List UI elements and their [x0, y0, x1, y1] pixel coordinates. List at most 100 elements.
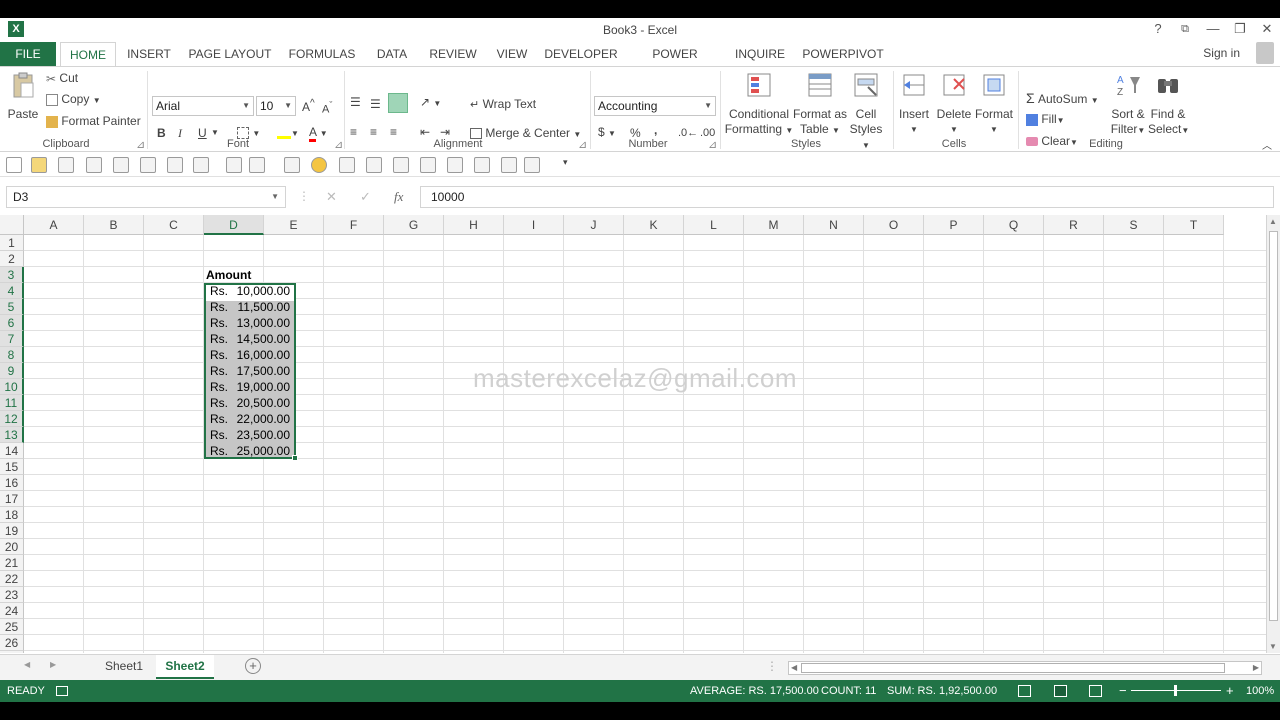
format-as-table-button[interactable]: Format as Table ▼ [792, 71, 848, 138]
qat-object-icon[interactable] [86, 157, 102, 173]
column-header-j[interactable]: J [564, 215, 624, 235]
tab-insert[interactable]: INSERT [124, 42, 174, 66]
grow-font-button[interactable]: A^ [302, 98, 315, 114]
column-header-t[interactable]: T [1164, 215, 1224, 235]
qat-gallery-icon[interactable] [193, 157, 209, 173]
qat-rows-icon[interactable] [501, 157, 517, 173]
user-avatar[interactable] [1256, 42, 1274, 64]
accounting-format-icon[interactable]: $ ▼ [598, 125, 616, 139]
next-sheet-icon[interactable]: ▶ [50, 660, 56, 669]
row-header-23[interactable]: 23 [0, 587, 24, 603]
column-header-d[interactable]: D [204, 215, 264, 235]
scroll-down-icon[interactable]: ▼ [1269, 642, 1277, 651]
column-header-k[interactable]: K [624, 215, 684, 235]
tab-developer[interactable]: DEVELOPER [544, 42, 618, 66]
qat-shape-icon[interactable] [311, 157, 327, 173]
row-header-10[interactable]: 10 [0, 379, 24, 395]
row-header-24[interactable]: 24 [0, 603, 24, 619]
amount-cell[interactable]: Rs. 19,000.00 [206, 379, 292, 395]
close-button[interactable]: ✕ [1256, 20, 1278, 38]
column-header-a[interactable]: A [24, 215, 84, 235]
number-format-combo[interactable]: Accounting ▼ [594, 96, 716, 116]
delete-cells-button[interactable]: Delete ▼ [934, 71, 974, 137]
row-header-22[interactable]: 22 [0, 571, 24, 587]
qat-page-icon[interactable] [366, 157, 382, 173]
scroll-right-icon[interactable]: ▶ [1253, 663, 1259, 672]
font-color-button[interactable]: A ▼ [309, 125, 328, 142]
zoom-out-button[interactable]: − [1119, 680, 1127, 702]
row-header-18[interactable]: 18 [0, 507, 24, 523]
qat-search-icon[interactable] [284, 157, 300, 173]
cell-d2[interactable]: Amount [206, 267, 251, 283]
amount-cell[interactable]: Rs. 11,500.00 [206, 299, 292, 315]
wrap-text-button[interactable]: ↵ Wrap Text [470, 97, 536, 111]
font-launcher-icon[interactable]: ⊿ [334, 138, 343, 151]
orientation-icon[interactable]: ↗ ▼ [420, 95, 441, 109]
maximize-button[interactable]: ❐ [1229, 20, 1251, 38]
tab-power-query[interactable]: POWER QUERY [630, 42, 720, 85]
amount-cell[interactable]: Rs. 17,500.00 [206, 363, 292, 379]
row-header-7[interactable]: 7 [0, 331, 24, 347]
column-header-i[interactable]: I [504, 215, 564, 235]
copy-button[interactable]: Copy ▼ [46, 92, 101, 106]
insert-function-icon[interactable]: fx [394, 189, 403, 205]
comma-style-button[interactable]: , [654, 123, 657, 137]
row-header-17[interactable]: 17 [0, 491, 24, 507]
help-icon[interactable]: ? [1147, 20, 1169, 38]
qat-highlight-icon[interactable] [31, 157, 47, 173]
number-launcher-icon[interactable]: ⊿ [708, 138, 717, 151]
increase-indent-icon[interactable]: ⇥ [440, 125, 450, 139]
column-header-f[interactable]: F [324, 215, 384, 235]
amount-cell[interactable]: Rs. 16,000.00 [206, 347, 292, 363]
shrink-font-button[interactable]: Aˇ [322, 100, 332, 116]
align-center-icon[interactable]: ≡ [370, 125, 377, 139]
tab-file[interactable]: FILE [0, 42, 56, 66]
prev-sheet-icon[interactable]: ◀ [24, 660, 30, 669]
formula-bar-resize-icon[interactable]: ⋮ [298, 189, 310, 203]
column-header-e[interactable]: E [264, 215, 324, 235]
column-header-m[interactable]: M [744, 215, 804, 235]
row-header-15[interactable]: 15 [0, 459, 24, 475]
row-header-26[interactable]: 26 [0, 635, 24, 651]
collapse-ribbon-icon[interactable]: ︿ [1262, 137, 1272, 152]
fill-handle[interactable] [292, 455, 298, 461]
find-select-button[interactable]: Find & Select▼ [1148, 71, 1189, 138]
column-header-g[interactable]: G [384, 215, 444, 235]
row-header-9[interactable]: 9 [0, 363, 24, 379]
row-header-4[interactable]: 4 [0, 283, 24, 299]
column-header-s[interactable]: S [1104, 215, 1164, 235]
row-header-12[interactable]: 12 [0, 411, 24, 427]
sheet-tab-sheet2[interactable]: Sheet2 [156, 655, 214, 679]
status-sum[interactable]: SUM: RS. 1,92,500.00 [887, 680, 997, 702]
row-header-25[interactable]: 25 [0, 619, 24, 635]
align-bottom-icon[interactable] [388, 93, 408, 113]
zoom-in-button[interactable]: + [1226, 680, 1234, 702]
cut-button[interactable]: ✂ Cut [46, 71, 78, 86]
page-break-view-icon[interactable] [1089, 685, 1102, 697]
zoom-level[interactable]: 100% [1246, 680, 1274, 702]
minimize-button[interactable]: — [1202, 20, 1224, 38]
select-all-corner[interactable] [0, 215, 24, 235]
row-header-27[interactable]: 27 [0, 651, 24, 653]
page-layout-view-icon[interactable] [1054, 685, 1067, 697]
new-sheet-button[interactable]: + [245, 658, 261, 674]
qat-table-icon[interactable] [58, 157, 74, 173]
underline-dropdown-icon[interactable]: ▼ [211, 128, 219, 137]
tab-inquire[interactable]: INQUIRE [732, 42, 788, 66]
tab-home[interactable]: HOME [60, 42, 116, 67]
column-header-n[interactable]: N [804, 215, 864, 235]
row-header-21[interactable]: 21 [0, 555, 24, 571]
qat-bars-icon[interactable] [249, 157, 265, 173]
tab-split-handle[interactable]: ⋮ [766, 659, 778, 673]
macro-record-icon[interactable] [56, 686, 68, 696]
column-header-c[interactable]: C [144, 215, 204, 235]
sign-in-link[interactable]: Sign in [1203, 46, 1240, 60]
clipboard-launcher-icon[interactable]: ⊿ [136, 138, 145, 151]
alignment-launcher-icon[interactable]: ⊿ [578, 138, 587, 151]
customize-qat-icon[interactable]: ▾ [563, 157, 568, 168]
vertical-scrollbar[interactable]: ▲ ▼ [1266, 215, 1280, 653]
scroll-up-icon[interactable]: ▲ [1269, 217, 1277, 226]
zoom-slider-thumb[interactable] [1174, 685, 1177, 696]
amount-cell[interactable]: Rs. 14,500.00 [206, 331, 292, 347]
format-painter-button[interactable]: Format Painter [46, 114, 141, 128]
